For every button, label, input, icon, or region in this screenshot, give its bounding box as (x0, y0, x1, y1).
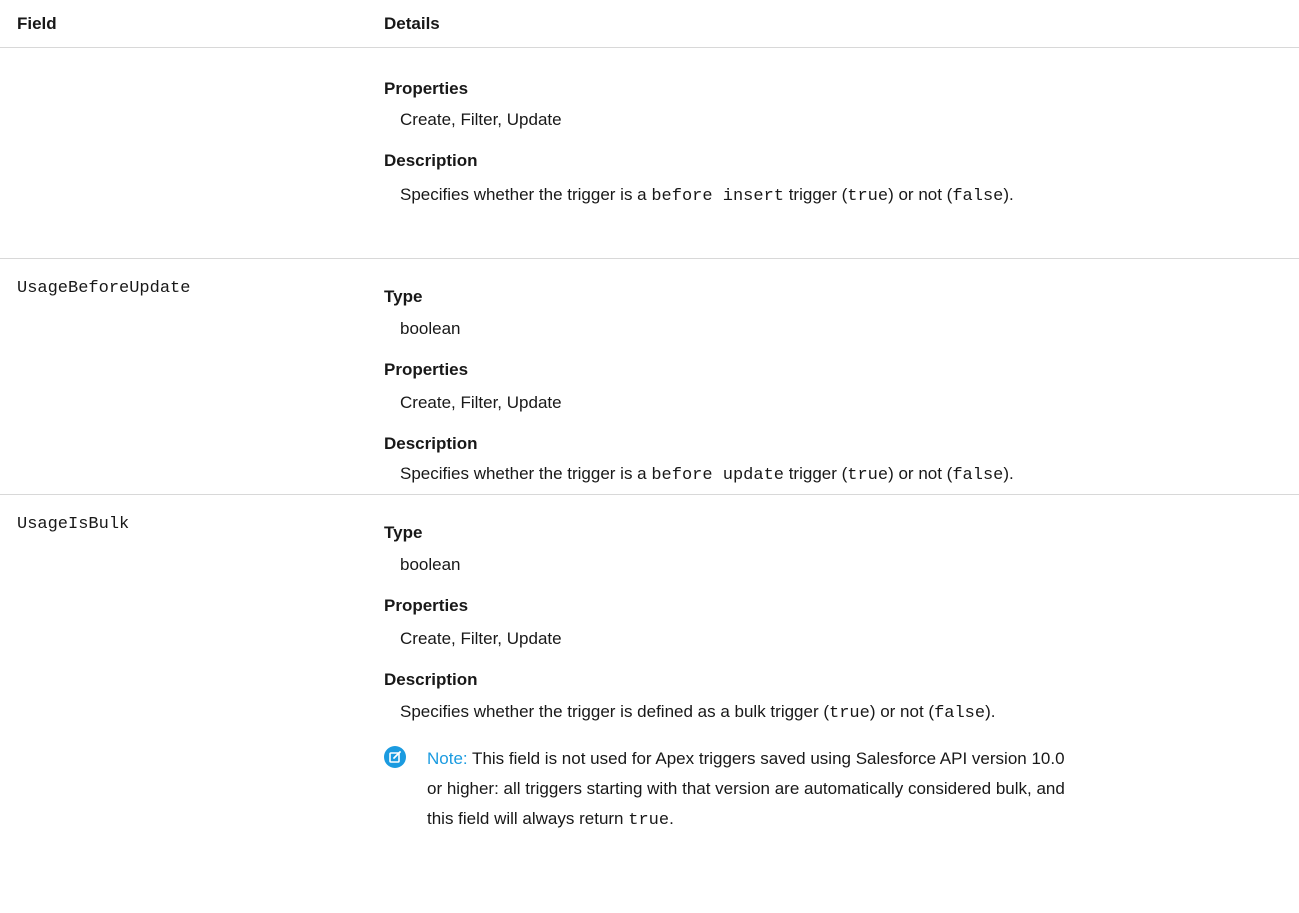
type-label: Type (384, 523, 423, 542)
code-before-insert: before insert (651, 187, 784, 206)
field-details: Properties Create, Filter, Update Descri… (384, 48, 1299, 258)
note-label: Note: (427, 749, 468, 768)
column-header-field: Field (17, 14, 57, 33)
table-row: Properties Create, Filter, Update Descri… (0, 48, 1299, 259)
code-true: true (628, 811, 670, 830)
description-text: Specifies whether the trigger is a befor… (400, 464, 1014, 485)
code-true: true (829, 704, 870, 723)
note-callout: Note: This field is not used for Apex tr… (384, 744, 1284, 844)
code-before-update: before update (651, 466, 784, 485)
description-text: Specifies whether the trigger is a befor… (400, 185, 1014, 206)
table-row: UsageIsBulk Type boolean Properties Crea… (0, 495, 1299, 895)
type-value: boolean (400, 555, 461, 574)
description-text: Specifies whether the trigger is defined… (400, 702, 996, 723)
table-row: UsageBeforeUpdate Type boolean Propertie… (0, 259, 1299, 495)
edit-note-icon (384, 746, 406, 768)
code-true: true (847, 466, 889, 485)
properties-value: Create, Filter, Update (400, 110, 562, 129)
field-name: UsageIsBulk (17, 515, 130, 534)
code-true: true (847, 187, 889, 206)
field-name: UsageBeforeUpdate (17, 279, 191, 298)
code-false: false (952, 466, 1004, 485)
code-false: false (952, 187, 1004, 206)
code-false: false (934, 704, 986, 723)
field-details: Type boolean Properties Create, Filter, … (384, 495, 1299, 895)
column-header-details: Details (384, 14, 440, 33)
properties-label: Properties (384, 596, 469, 615)
type-value: boolean (400, 319, 461, 338)
properties-label: Properties (384, 360, 469, 379)
properties-label: Properties (384, 79, 469, 98)
description-label: Description (384, 151, 478, 170)
field-details-table: Field Details Properties Create, Filter,… (0, 0, 1299, 895)
field-details: Type boolean Properties Create, Filter, … (384, 259, 1299, 494)
description-label: Description (384, 434, 478, 453)
note-text: Note: This field is not used for Apex tr… (427, 749, 1065, 830)
properties-value: Create, Filter, Update (400, 393, 562, 412)
description-label: Description (384, 670, 478, 689)
table-header: Field Details (0, 0, 1299, 48)
type-label: Type (384, 287, 423, 306)
properties-value: Create, Filter, Update (400, 629, 562, 648)
